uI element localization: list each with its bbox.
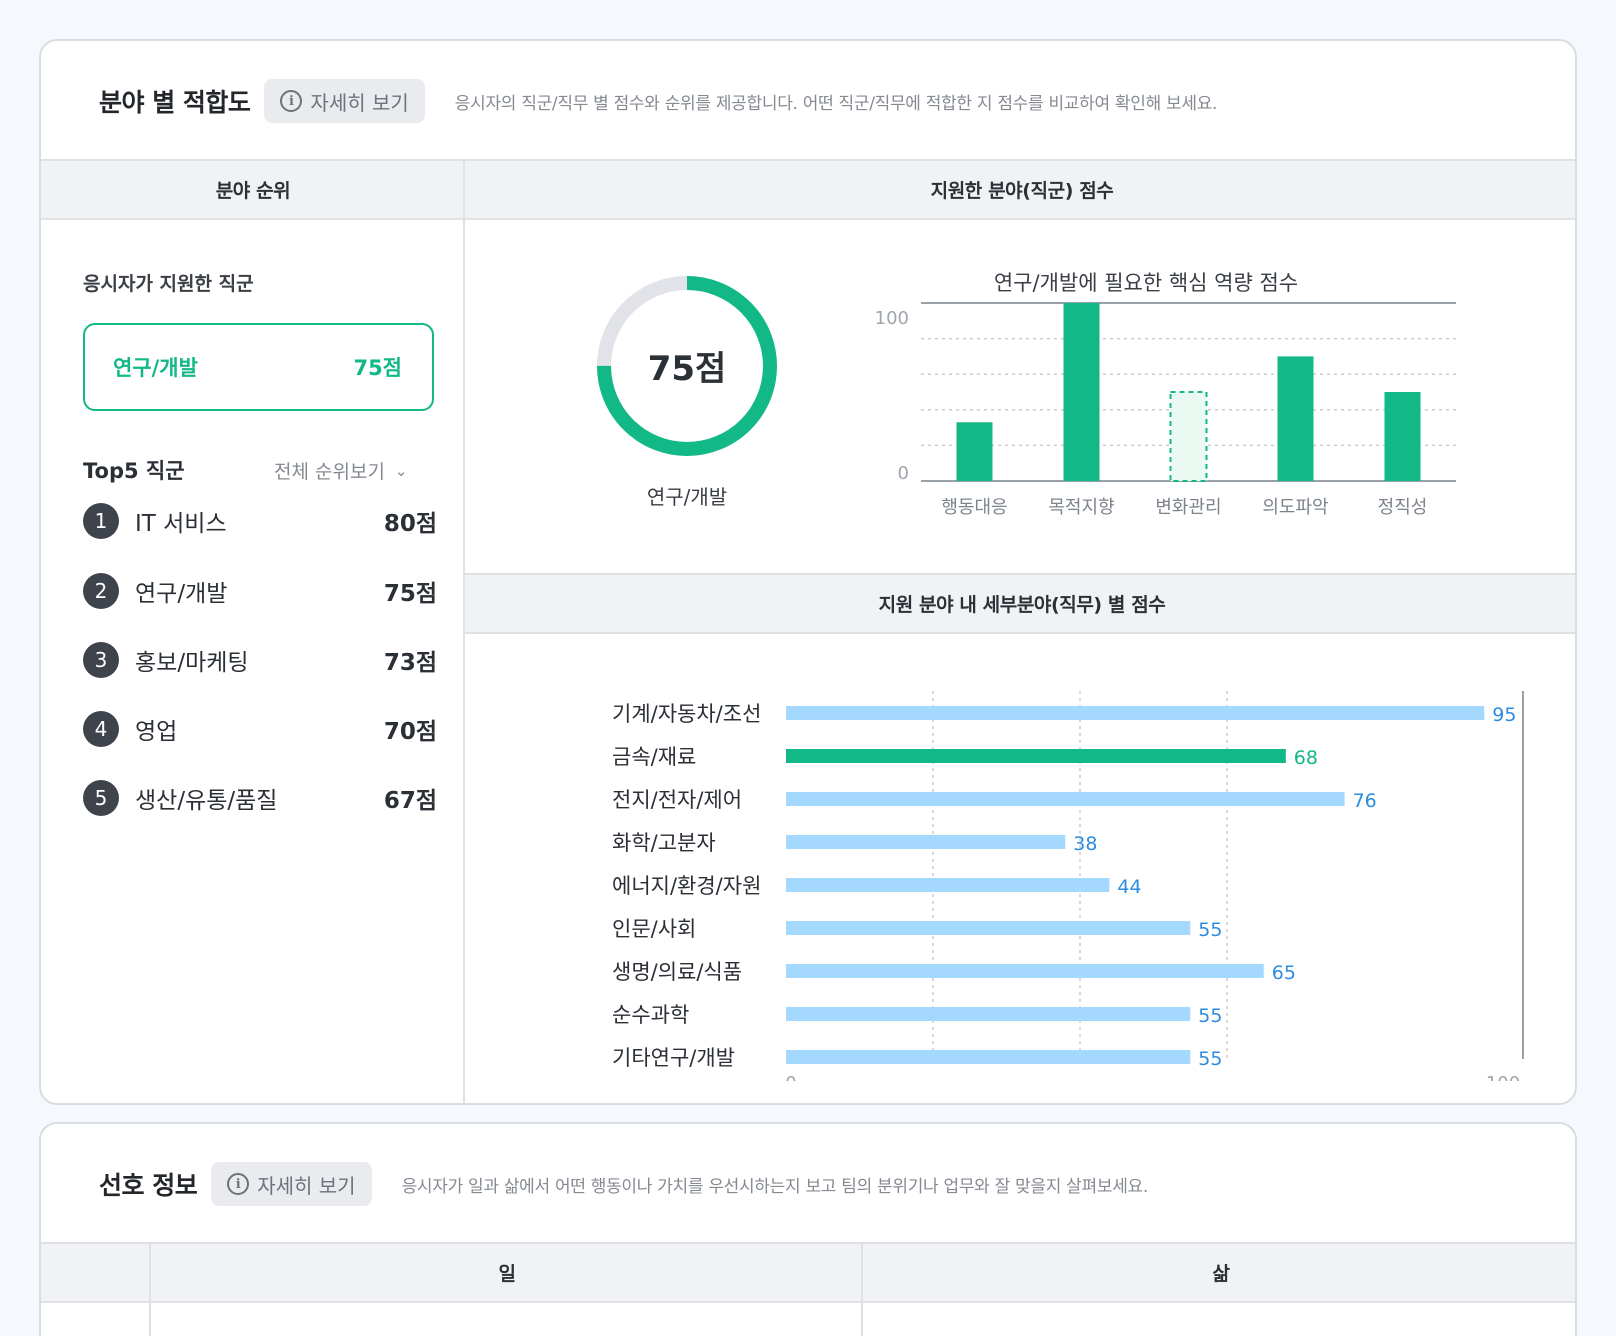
rank-name: 연구/개발 (135, 581, 228, 607)
rank-number-badge: 1 (83, 503, 119, 539)
sub-field-label: 화학/고분자 (612, 831, 716, 855)
fit-card-description: 응시자의 직군/직무 별 점수와 순위를 제공합니다. 어떤 직군/직무에 적합… (454, 93, 1218, 114)
applied-field-label: 응시자가 지원한 직군 (83, 273, 254, 295)
sub-field-bar (786, 792, 1345, 806)
chevron-down-icon: ⌄ (394, 461, 408, 480)
sub-field-label: 금속/재료 (612, 745, 696, 769)
sub-score-section-header: 지원 분야 내 세부분야(직무) 별 점수 (465, 573, 1575, 634)
sub-field-value: 55 (1198, 1048, 1222, 1070)
y-tick-label: 100 (875, 308, 909, 329)
applied-field-box: 연구/개발 75점 (83, 323, 434, 411)
applied-field-name: 연구/개발 (113, 356, 198, 380)
rank-name: 생산/유통/품질 (135, 788, 278, 814)
pref-col-work: 일 (151, 1242, 863, 1303)
rank-item: 3 홍보/마케팅 73점 (83, 640, 437, 680)
sub-field-label: 전지/전자/제어 (612, 788, 742, 812)
rank-number-badge: 2 (83, 573, 119, 609)
sub-field-bar (786, 835, 1066, 849)
sub-field-bar-chart: 기계/자동차/조선 95 금속/재료 68 전지/전자/제어 76 화학/고분자 38 에너지/… (612, 691, 1524, 1081)
sub-field-bar (786, 1007, 1191, 1021)
rank-item: 4 영업 70점 (83, 709, 437, 749)
rank-number-badge: 3 (83, 642, 119, 678)
sub-field-value: 38 (1073, 833, 1097, 855)
rank-item: 5 생산/유통/품질 67점 (83, 778, 437, 818)
fit-card: 분야 별 적합도 i 자세히 보기 응시자의 직군/직무 별 점수와 순위를 제… (39, 39, 1577, 1105)
fit-detail-button[interactable]: i 자세히 보기 (264, 79, 425, 123)
sub-field-bar (786, 749, 1286, 763)
sub-field-value: 65 (1272, 962, 1296, 984)
fit-detail-label: 자세히 보기 (310, 90, 409, 115)
competency-bar (1169, 391, 1208, 482)
pref-card-header: 선호 정보 i 자세히 보기 응시자가 일과 삶에서 어떤 행동이나 가치를 우… (41, 1124, 1575, 1244)
rank-number-badge: 4 (83, 711, 119, 747)
info-icon: i (280, 90, 303, 112)
view-all-ranks-button[interactable]: 전체 순위보기 ⌄ (274, 457, 408, 484)
sub-field-label: 에너지/환경/자원 (612, 874, 761, 898)
sub-field-value: 68 (1294, 747, 1318, 769)
competency-bar (1063, 303, 1100, 481)
x-tick-label: 의도파악 (1262, 497, 1328, 518)
rank-number-badge: 5 (83, 780, 119, 816)
top5-title: Top5 직군 (83, 459, 185, 483)
x-tick-label: 정직성 (1378, 497, 1428, 518)
x-tick-label: 행동대응 (941, 497, 1007, 518)
sub-field-value: 76 (1353, 790, 1377, 812)
applied-field-score: 75점 (353, 356, 402, 380)
x-tick-label: 100 (1486, 1073, 1520, 1081)
donut-score-text: 75점 (647, 349, 727, 389)
sub-field-bar (786, 964, 1264, 978)
sub-field-label: 순수과학 (612, 1003, 689, 1027)
sub-field-bar (786, 1050, 1191, 1064)
sub-field-label: 기타연구/개발 (612, 1046, 735, 1070)
competency-bar (1384, 392, 1421, 481)
sub-field-label: 생명/의료/식품 (612, 960, 742, 984)
pref-table-corner (41, 1242, 151, 1303)
sub-field-bar (786, 921, 1191, 935)
preference-card: 선호 정보 i 자세히 보기 응시자가 일과 삶에서 어떤 행동이나 가치를 우… (39, 1122, 1577, 1336)
rank-name: IT 서비스 (135, 511, 227, 537)
donut-field-label: 연구/개발 (646, 485, 728, 509)
x-tick-label: 목적지향 (1048, 497, 1114, 518)
score-section-header: 지원한 분야(직군) 점수 (465, 159, 1575, 220)
sub-field-value: 95 (1492, 704, 1516, 726)
rank-score: 80점 (383, 511, 437, 537)
pref-detail-label: 자세히 보기 (257, 1173, 356, 1198)
rank-score: 75점 (383, 581, 437, 607)
sub-field-value: 55 (1198, 919, 1222, 941)
pref-col-life: 삶 (863, 1242, 1575, 1303)
sub-field-label: 기계/자동차/조선 (612, 702, 761, 726)
x-tick-label: 변화관리 (1155, 497, 1221, 518)
fit-card-header: 분야 별 적합도 i 자세히 보기 응시자의 직군/직무 별 점수와 순위를 제… (41, 41, 1575, 161)
pref-card-description: 응시자가 일과 삶에서 어떤 행동이나 가치를 우선시하는지 보고 팀의 분위기… (401, 1176, 1149, 1197)
pref-divider (861, 1242, 863, 1336)
sub-field-label: 인문/사회 (612, 917, 696, 941)
rank-item: 1 IT 서비스 80점 (83, 501, 437, 541)
pref-card-title: 선호 정보 (99, 1171, 198, 1200)
pref-detail-button[interactable]: i 자세히 보기 (211, 1162, 372, 1206)
info-icon: i (227, 1173, 250, 1195)
sub-field-value: 55 (1198, 1005, 1222, 1027)
fit-card-title: 분야 별 적합도 (99, 88, 251, 117)
x-tick-label: 0 (785, 1073, 796, 1081)
rank-name: 홍보/마케팅 (135, 650, 249, 676)
view-all-ranks-label: 전체 순위보기 (274, 461, 385, 483)
rank-score: 73점 (383, 650, 437, 676)
competency-bar (1277, 356, 1314, 481)
pref-divider (149, 1242, 151, 1336)
rank-item: 2 연구/개발 75점 (83, 571, 437, 611)
competency-bar (956, 422, 993, 481)
y-tick-label: 0 (898, 463, 909, 484)
rank-section-header: 분야 순위 (41, 159, 465, 220)
sub-field-bar (786, 706, 1485, 720)
competency-bar-chart: 100 0 행동대응 목적지향 변화관리 의도파악 정직성 (875, 302, 1456, 518)
sub-field-value: 44 (1117, 876, 1141, 898)
rank-name: 영업 (135, 719, 178, 745)
rank-score: 70점 (383, 719, 437, 745)
rank-score: 67점 (383, 788, 437, 814)
sub-field-bar (786, 878, 1110, 892)
